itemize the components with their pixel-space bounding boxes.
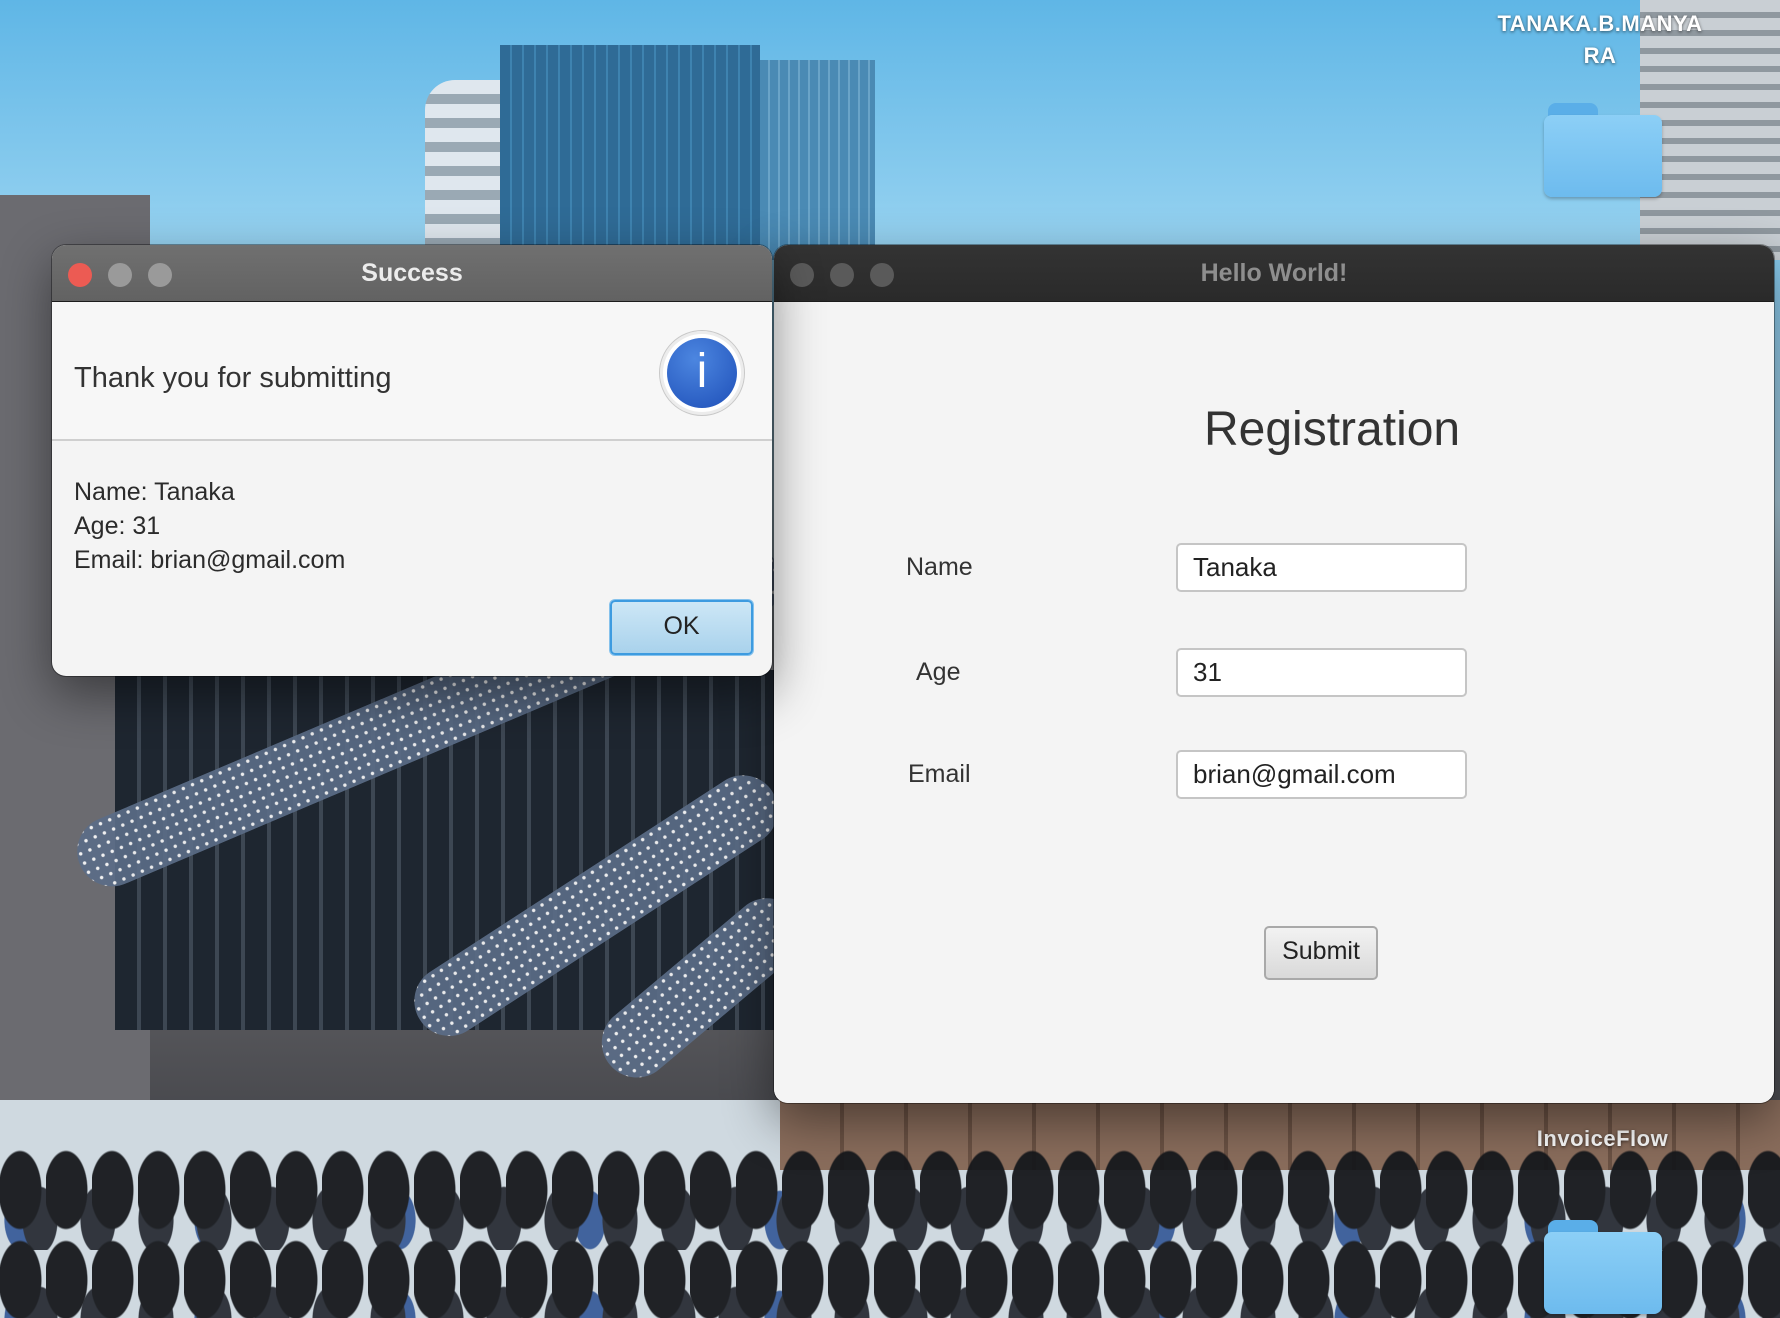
window-title: Hello World! bbox=[1200, 259, 1348, 287]
wallpaper-building bbox=[500, 45, 760, 260]
wallpaper-crowd bbox=[0, 1150, 1780, 1318]
success-dialog: Success Thank you for submitting i Name:… bbox=[52, 245, 772, 676]
dialog-titlebar[interactable]: Success bbox=[52, 245, 772, 302]
age-label: Age bbox=[916, 658, 961, 686]
submit-button[interactable]: Submit bbox=[1264, 926, 1378, 980]
name-field[interactable] bbox=[1176, 543, 1467, 592]
folder-icon[interactable] bbox=[1544, 1220, 1662, 1314]
details-age-line: Age: 31 bbox=[74, 512, 161, 540]
hello-world-window: Hello World! Registration Name Age Email… bbox=[774, 245, 1774, 1103]
email-field[interactable] bbox=[1176, 750, 1467, 799]
page-title: Registration bbox=[1204, 403, 1461, 456]
registration-form: Registration Name Age Email Submit bbox=[774, 302, 1774, 1103]
details-email-line: Email: brian@gmail.com bbox=[74, 546, 346, 574]
dialog-title: Success bbox=[361, 259, 463, 287]
desktop-user-folder-label[interactable]: TANAKA.B.MANYA RA bbox=[1480, 8, 1720, 72]
dialog-message: Thank you for submitting bbox=[74, 362, 392, 394]
details-name-line: Name: Tanaka bbox=[74, 478, 235, 506]
wallpaper-building bbox=[760, 60, 875, 260]
dialog-header: Thank you for submitting i bbox=[52, 302, 772, 441]
folder-icon[interactable] bbox=[1544, 103, 1662, 197]
desktop-invoiceflow-label[interactable]: InvoiceFlow bbox=[1520, 1126, 1685, 1152]
name-label: Name bbox=[906, 553, 973, 581]
email-label: Email bbox=[908, 760, 971, 788]
info-icon: i bbox=[659, 330, 745, 416]
submission-details: Name: Tanaka Age: 31 Email: brian@gmail.… bbox=[74, 475, 345, 577]
age-field[interactable] bbox=[1176, 648, 1467, 697]
wallpaper-building bbox=[425, 80, 505, 260]
ok-button[interactable]: OK bbox=[610, 600, 753, 655]
window-titlebar[interactable]: Hello World! bbox=[774, 245, 1774, 302]
